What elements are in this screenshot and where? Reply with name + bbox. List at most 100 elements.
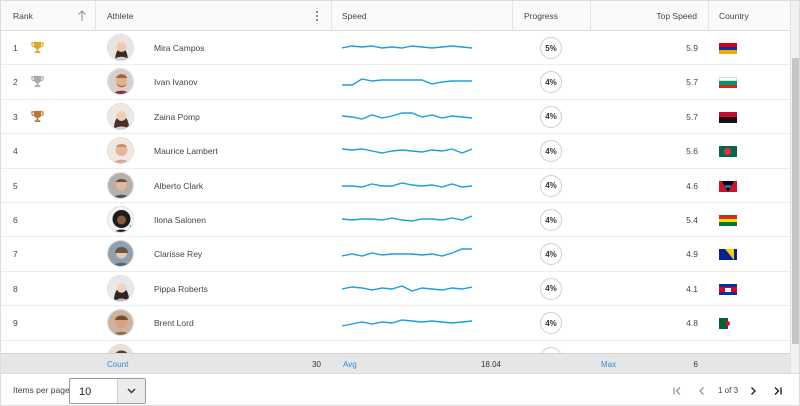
flag-bulgaria-icon [719,77,737,89]
avg-label: Avg [343,359,357,369]
prev-page-button[interactable] [695,384,709,398]
grid-body: 1 Mira Campos 5% 5.9 2 Ivan Ivanov 4% 5.… [1,31,790,353]
avatar [107,34,134,61]
athlete-name: Maurice Lambert [154,146,218,157]
athlete-name: Ilona Salonen [154,215,206,225]
speed-sparkline [342,45,472,49]
flag-cambodia-icon [719,283,737,295]
table-row[interactable]: 7 Clarisse Rey 4% 4.9 [1,237,790,272]
arrow-up-icon[interactable] [77,10,87,22]
avatar [107,137,134,165]
progress-badge: 4% [540,71,562,94]
first-page-icon [673,387,681,395]
rank-cell: 8 [13,283,18,294]
column-header-athlete[interactable]: Athlete [96,1,332,31]
table-row[interactable]: 10 [1,340,790,354]
count-value: 30 [312,359,321,369]
athlete-name: Pippa Roberts [154,283,208,294]
next-page-button[interactable] [746,384,760,398]
max-label: Max [601,359,617,369]
top-speed-cell: 5.7 [686,77,698,88]
avg-value: 18.04 [480,359,501,369]
kebab-icon[interactable] [315,10,319,22]
column-header-progress-label: Progress [524,11,559,21]
column-header-athlete-label: Athlete [107,11,134,21]
progress-badge: 4% [540,277,562,300]
avatar [107,274,134,302]
column-header-progress[interactable]: Progress [513,1,591,31]
top-speed-cell: 5.6 [686,146,698,157]
flag-bangladesh-icon [719,146,737,158]
items-per-page-value: 10 [79,386,92,398]
athlete-name: Ivan Ivanov [154,77,198,88]
trophy-icon [31,41,44,54]
avatar [107,206,134,233]
column-header-country[interactable]: Country [709,1,790,31]
speed-sparkline [342,319,472,327]
rank-cell: 9 [13,318,18,329]
column-header-country-label: Country [719,11,749,21]
items-per-page-label: Items per page [13,385,70,395]
avatar [107,309,134,337]
last-page-button[interactable] [771,384,785,398]
speed-sparkline [342,181,472,188]
table-row[interactable]: 3 Zaina Pomp 4% 5.7 [1,99,790,135]
athlete-name: Brent Lord [154,318,194,329]
count-label: Count [107,359,129,369]
vertical-scrollbar[interactable] [790,1,799,373]
rank-cell: 1 [13,43,18,53]
chevron-down-icon [127,388,136,394]
speed-sparkline [342,78,472,87]
table-row[interactable]: 6 Ilona Salonen 4% 5.4 [1,203,790,238]
column-header-speed-label: Speed [342,11,367,21]
next-page-icon [751,387,756,395]
flag-angola-icon [719,111,737,123]
dropdown-toggle[interactable] [117,379,145,403]
progress-badge: 4% [540,140,562,163]
athlete-name: Zaina Pomp [154,111,200,122]
rank-cell: 4 [13,146,18,157]
table-row[interactable]: 2 Ivan Ivanov 4% 5.7 [1,65,790,100]
top-speed-cell [591,341,698,353]
scrollbar-thumb[interactable] [792,58,799,344]
athlete-name: Alberto Clark [154,180,204,191]
table-row[interactable]: 8 Pippa Roberts 4% 4.1 [1,271,790,307]
progress-badge: 4% [540,209,562,231]
speed-sparkline [342,112,472,120]
athlete-name: Clarisse Rey [154,249,203,260]
prev-page-icon [699,387,704,395]
flag-bolivia-icon [719,215,737,226]
avatar [107,343,134,353]
avatar [107,240,134,268]
rank-cell: 7 [13,249,18,260]
rank-cell: 10 [13,341,22,354]
column-header-rank[interactable]: Rank [1,1,96,31]
top-speed-cell: 4.9 [686,249,698,260]
first-page-button[interactable] [670,384,684,398]
table-row[interactable]: 9 Brent Lord 4% 4.8 [1,306,790,341]
rank-cell: 5 [13,180,18,191]
grid-header: Rank Athlete Speed Progress Top Speed Co… [1,1,790,31]
summary-bar: Count 30 Avg 18.04 Max 6 [1,353,790,373]
table-row[interactable]: 5 Alberto Clark 4% 4.6 [1,168,790,203]
top-speed-cell: 4.1 [686,283,698,294]
top-speed-cell: 5.4 [686,215,698,225]
column-header-top-speed[interactable]: Top Speed [591,1,709,31]
progress-badge: 4% [540,174,562,197]
speed-sparkline [342,148,472,154]
top-speed-cell: 4.6 [686,180,698,191]
speed-sparkline [342,215,472,222]
table-row[interactable]: 1 Mira Campos 5% 5.9 [1,31,790,66]
max-value: 6 [693,359,698,369]
items-per-page-select[interactable]: 10 [69,378,146,404]
rank-cell: 3 [13,111,18,122]
table-row[interactable]: 4 Maurice Lambert 4% 5.6 [1,134,790,169]
column-header-speed[interactable]: Speed [332,1,513,31]
top-speed-cell: 5.9 [686,43,698,53]
top-speed-cell: 4.8 [686,318,698,329]
rank-cell: 2 [13,77,18,88]
avatar [107,68,134,96]
progress-badge: 4% [540,312,562,335]
last-page-icon [774,387,782,395]
column-header-top-speed-label: Top Speed [656,11,697,21]
